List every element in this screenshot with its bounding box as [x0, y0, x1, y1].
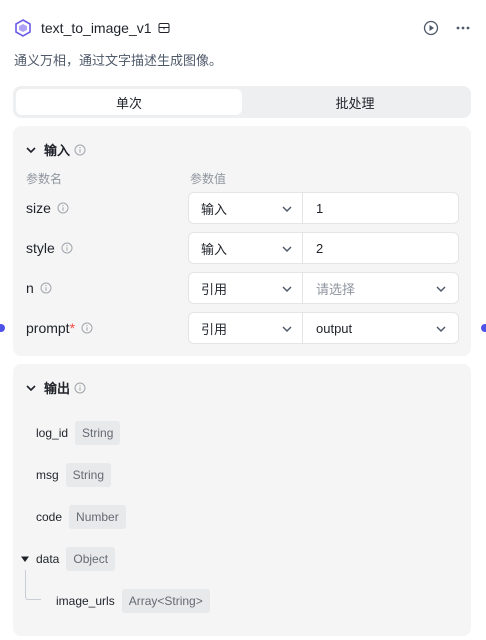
param-value-header: 参数值 — [190, 172, 227, 186]
field-type-tag: Object — [66, 547, 116, 571]
param-row-style: style 输入 2 — [13, 232, 471, 264]
output-section: 输出 log_id String msg String code Number … — [13, 364, 471, 636]
chevron-down-icon — [280, 322, 294, 336]
output-section-header[interactable]: 输出 — [24, 378, 86, 397]
chevron-down-icon — [434, 282, 448, 296]
info-circle-icon — [57, 202, 69, 214]
param-name: size — [26, 192, 69, 224]
output-field-msg: msg String — [36, 463, 112, 487]
more-button[interactable] — [454, 19, 472, 37]
run-button[interactable] — [422, 19, 440, 37]
info-circle-icon — [74, 382, 86, 394]
chevron-down-icon — [434, 322, 448, 336]
value-input[interactable]: 1 — [302, 192, 459, 224]
output-field-image-urls: image_urls Array<String> — [56, 589, 210, 613]
field-name: msg — [36, 468, 59, 482]
reference-select-value: output — [316, 320, 353, 336]
tab-batch[interactable]: 批处理 — [242, 89, 468, 115]
field-type-tag: Array<String> — [121, 589, 210, 613]
source-select-value: 输入 — [201, 241, 228, 257]
output-field-log-id: log_id String — [36, 421, 121, 445]
source-select-value: 引用 — [201, 281, 228, 297]
info-circle-icon — [61, 242, 73, 254]
param-label: n — [26, 280, 34, 296]
info-circle-icon — [74, 144, 86, 156]
source-select[interactable]: 引用 — [188, 312, 303, 344]
chevron-down-icon[interactable] — [24, 381, 38, 395]
param-label: size — [26, 200, 51, 216]
input-section: 输入 参数名 参数值 size 输入 1 style 输入 2 n 引用 请选择… — [13, 126, 471, 356]
param-label: prompt — [26, 320, 70, 336]
mode-tabs: 单次 批处理 — [13, 86, 471, 118]
caret-down-icon[interactable] — [20, 554, 30, 564]
param-label: style — [26, 240, 55, 256]
node-description: 通义万相，通过文字描述生成图像。 — [14, 53, 223, 68]
param-name-header: 参数名 — [26, 172, 63, 186]
param-name: n — [26, 272, 52, 304]
output-section-title: 输出 — [44, 381, 71, 396]
value-input[interactable]: 2 — [302, 232, 459, 264]
output-field-code: code Number — [36, 505, 126, 529]
tab-single[interactable]: 单次 — [16, 89, 242, 115]
info-circle-icon — [40, 282, 52, 294]
source-select-value: 引用 — [201, 321, 228, 337]
field-type-tag: Number — [69, 505, 126, 529]
chevron-down-icon — [280, 282, 294, 296]
output-port[interactable] — [481, 324, 486, 332]
node-title: text_to_image_v1 — [41, 20, 152, 36]
node-header: text_to_image_v1 — [14, 16, 472, 40]
required-mark: * — [69, 320, 76, 336]
reference-select[interactable]: 请选择 — [302, 272, 459, 304]
source-select-value: 输入 — [201, 201, 228, 217]
info-circle-icon — [81, 322, 93, 334]
input-port[interactable] — [0, 324, 5, 332]
field-type-tag: String — [65, 463, 112, 487]
field-name: log_id — [36, 426, 69, 440]
param-row-n: n 引用 请选择 — [13, 272, 471, 304]
field-name: data — [36, 552, 60, 566]
source-select[interactable]: 输入 — [188, 232, 303, 264]
chevron-down-icon — [280, 202, 294, 216]
input-section-title: 输入 — [44, 143, 71, 158]
field-name: code — [36, 510, 63, 524]
node-card: text_to_image_v1 通义万相，通过文字描述生成图像。 单次 批处理… — [0, 0, 486, 640]
input-section-header[interactable]: 输入 — [24, 140, 86, 159]
tongyi-logo-icon — [14, 19, 32, 37]
more-horizontal-icon — [456, 26, 470, 30]
output-field-data: data Object — [20, 547, 116, 571]
param-row-size: size 输入 1 — [13, 192, 471, 224]
chevron-down-icon — [280, 242, 294, 256]
param-row-prompt: prompt * 引用 output — [13, 312, 471, 344]
reference-select[interactable]: output — [302, 312, 459, 344]
play-circle-icon — [423, 20, 439, 36]
chevron-down-icon[interactable] — [24, 143, 38, 157]
source-select[interactable]: 输入 — [188, 192, 303, 224]
param-name: prompt * — [26, 312, 93, 344]
source-select[interactable]: 引用 — [188, 272, 303, 304]
tool-card-icon — [158, 22, 170, 34]
field-name: image_urls — [56, 594, 115, 608]
tree-connector — [25, 570, 41, 600]
field-type-tag: String — [75, 421, 121, 445]
param-name: style — [26, 232, 73, 264]
reference-select-placeholder: 请选择 — [316, 281, 356, 297]
